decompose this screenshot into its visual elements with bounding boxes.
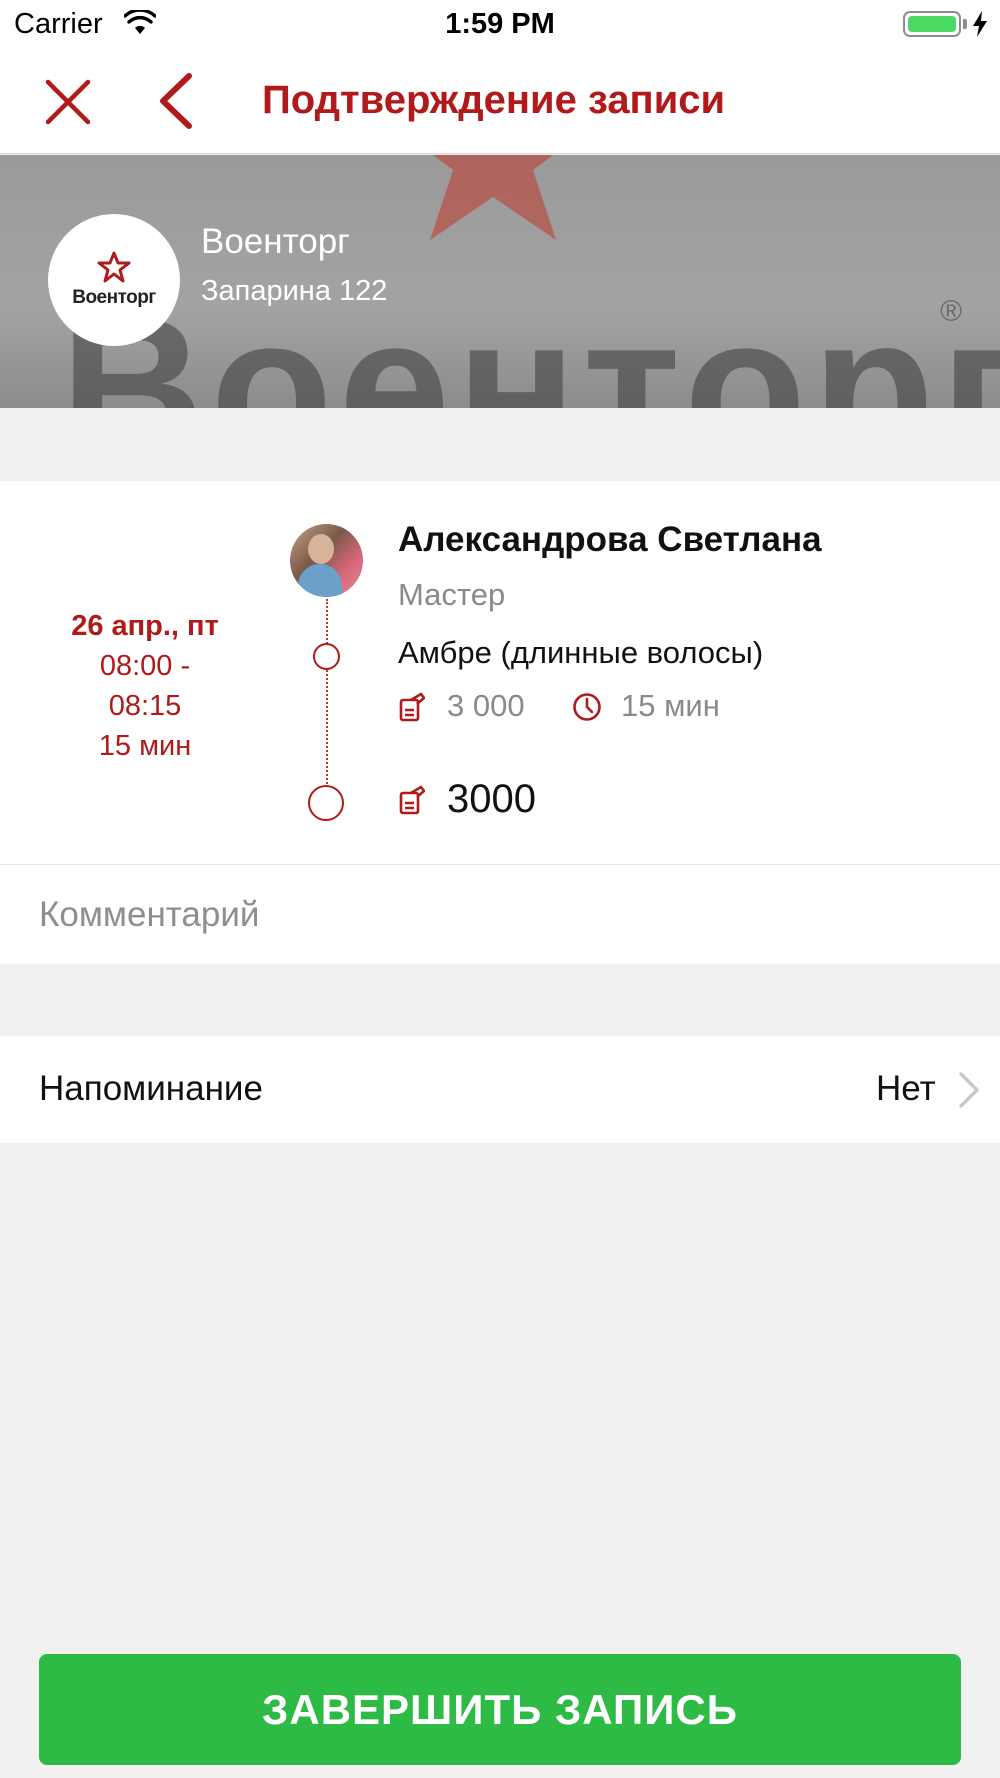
total-price: 3000 bbox=[447, 777, 536, 821]
banner-registered-mark: ® bbox=[940, 295, 963, 328]
shop-logo: Военторг bbox=[48, 214, 180, 346]
close-icon[interactable] bbox=[42, 76, 94, 128]
back-chevron-icon[interactable] bbox=[155, 72, 199, 130]
total-price-icon bbox=[399, 785, 425, 815]
page-title: Подтверждение записи bbox=[262, 78, 726, 122]
logo-wordmark: Военторг bbox=[72, 287, 156, 308]
reminder-label: Напоминание bbox=[39, 1069, 263, 1108]
appointment-datetime: 26 апр., пт 08:00 - 08:15 15 мин bbox=[40, 606, 250, 766]
avatar bbox=[290, 524, 363, 597]
appointment-time-start: 08:00 - bbox=[99, 650, 191, 682]
reminder-value[interactable]: Нет bbox=[876, 1069, 936, 1109]
master-role: Мастер bbox=[398, 577, 506, 612]
battery-tip bbox=[963, 19, 967, 29]
star-icon bbox=[97, 251, 131, 283]
finish-booking-button[interactable]: ЗАВЕРШИТЬ ЗАПИСЬ bbox=[39, 1654, 961, 1765]
shop-address: Запарина 122 bbox=[201, 275, 388, 307]
price-tag-icon bbox=[399, 692, 425, 722]
comment-input[interactable] bbox=[0, 865, 1000, 964]
service-price: 3 000 bbox=[447, 688, 525, 723]
service-duration: 15 мин bbox=[621, 688, 720, 723]
banner-star-graphic bbox=[430, 155, 556, 240]
battery-icon bbox=[903, 11, 961, 37]
timeline-end-node bbox=[308, 785, 344, 821]
appointment-duration: 15 мин bbox=[98, 730, 192, 762]
service-name: Амбре (длинные волосы) bbox=[398, 635, 764, 670]
charging-icon bbox=[973, 11, 987, 37]
master-name: Александрова Светлана bbox=[398, 520, 822, 559]
clock-icon bbox=[573, 693, 601, 721]
clock-time: 1:59 PM bbox=[445, 8, 555, 40]
shop-name: Военторг bbox=[201, 222, 350, 261]
chevron-right-icon[interactable] bbox=[958, 1071, 980, 1109]
appointment-time-end: 08:15 bbox=[108, 690, 182, 722]
timeline-line bbox=[326, 599, 328, 784]
timeline-node bbox=[313, 643, 340, 670]
appointment-date: 26 апр., пт bbox=[71, 610, 219, 642]
